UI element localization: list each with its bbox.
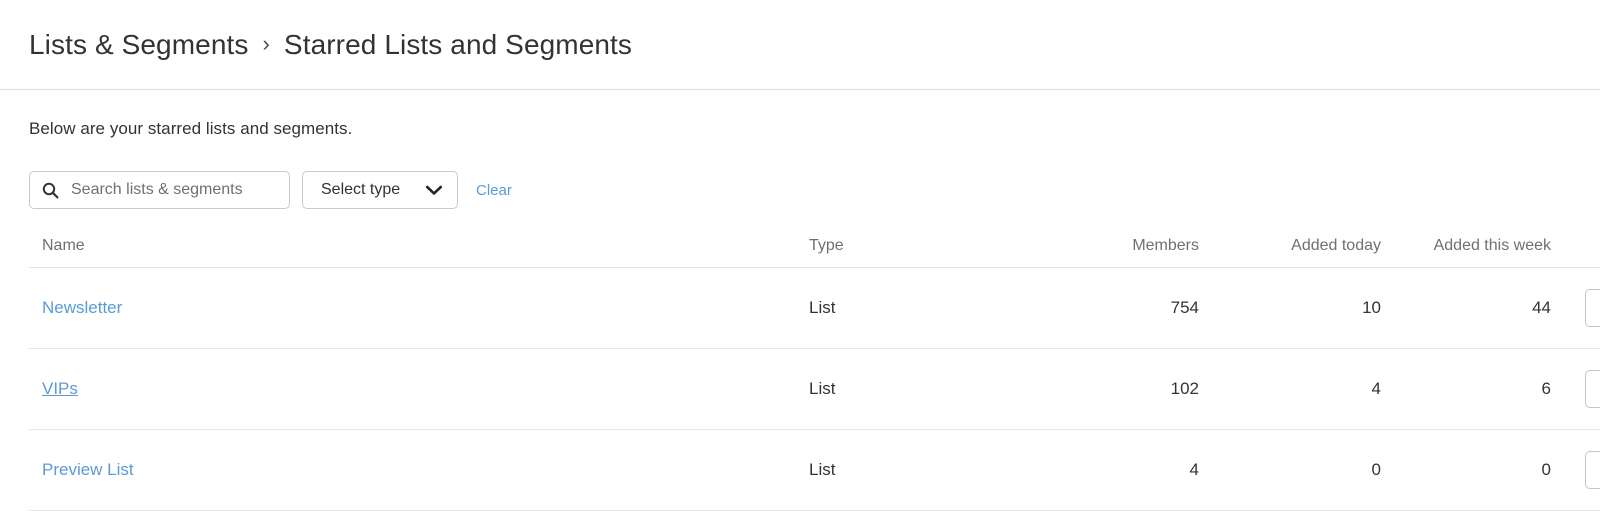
- search-input[interactable]: [71, 181, 277, 199]
- table-header: Name Type Members Added today Added this…: [29, 237, 1600, 268]
- column-header-actions: [1551, 237, 1600, 268]
- cell-actions: [1551, 267, 1600, 349]
- column-header-members[interactable]: Members: [1009, 237, 1199, 268]
- lists-table: Name Type Members Added today Added this…: [29, 237, 1600, 511]
- table-body: Newsletter List 754 10 44 VIPs List 102 4 6 Previe…: [29, 267, 1600, 511]
- row-actions-button[interactable]: [1585, 451, 1600, 489]
- cell-members: 4: [1009, 429, 1199, 511]
- select-type-label: Select type: [321, 181, 401, 198]
- lists-table-container: Name Type Members Added today Added this…: [29, 237, 1600, 511]
- filter-bar: Select type Clear: [29, 171, 1600, 209]
- column-header-name[interactable]: Name: [29, 237, 809, 268]
- cell-added-today: 10: [1199, 267, 1381, 349]
- cell-name: Preview List: [29, 429, 809, 511]
- breadcrumb-item-starred-lists-and-segments: Starred Lists and Segments: [283, 28, 633, 60]
- column-header-added-today[interactable]: Added today: [1199, 237, 1381, 268]
- search-box[interactable]: [29, 171, 290, 209]
- table-row[interactable]: Preview List List 4 0 0: [29, 429, 1600, 511]
- breadcrumb: Lists & Segments › Starred Lists and Seg…: [29, 29, 632, 61]
- cell-actions: [1551, 429, 1600, 511]
- list-name-link[interactable]: Newsletter: [42, 298, 122, 317]
- lists-segments-page: Lists & Segments › Starred Lists and Seg…: [0, 0, 1600, 522]
- chevron-down-icon: [425, 184, 443, 196]
- cell-type: List: [809, 267, 1009, 349]
- page-description: Below are your starred lists and segment…: [29, 119, 353, 138]
- row-actions-button[interactable]: [1585, 370, 1600, 408]
- cell-type: List: [809, 429, 1009, 511]
- column-header-type[interactable]: Type: [809, 237, 1009, 268]
- page-body: Below are your starred lists and segment…: [0, 119, 1600, 511]
- row-actions-button[interactable]: [1585, 289, 1600, 327]
- cell-members: 102: [1009, 348, 1199, 430]
- cell-added-today: 4: [1199, 348, 1381, 430]
- cell-members: 754: [1009, 267, 1199, 349]
- cell-type: List: [809, 348, 1009, 430]
- list-name-link[interactable]: VIPs: [42, 379, 78, 398]
- cell-added-this-week: 6: [1381, 348, 1551, 430]
- breadcrumb-separator-icon: ›: [262, 30, 270, 56]
- table-row[interactable]: VIPs List 102 4 6: [29, 348, 1600, 430]
- list-name-link[interactable]: Preview List: [42, 460, 134, 479]
- breadcrumb-item-lists-segments[interactable]: Lists & Segments: [29, 29, 248, 61]
- table-row[interactable]: Newsletter List 754 10 44: [29, 267, 1600, 349]
- cell-added-today: 0: [1199, 429, 1381, 511]
- clear-filters-link[interactable]: Clear: [476, 182, 512, 199]
- cell-actions: [1551, 348, 1600, 430]
- column-header-added-this-week[interactable]: Added this week: [1381, 237, 1551, 268]
- select-type-dropdown[interactable]: Select type: [302, 171, 458, 209]
- cell-added-this-week: 0: [1381, 429, 1551, 511]
- page-header: Lists & Segments › Starred Lists and Seg…: [0, 0, 1600, 90]
- cell-name: VIPs: [29, 348, 809, 430]
- cell-name: Newsletter: [29, 267, 809, 349]
- cell-added-this-week: 44: [1381, 267, 1551, 349]
- search-icon: [42, 182, 59, 199]
- table-header-row: Name Type Members Added today Added this…: [29, 237, 1600, 268]
